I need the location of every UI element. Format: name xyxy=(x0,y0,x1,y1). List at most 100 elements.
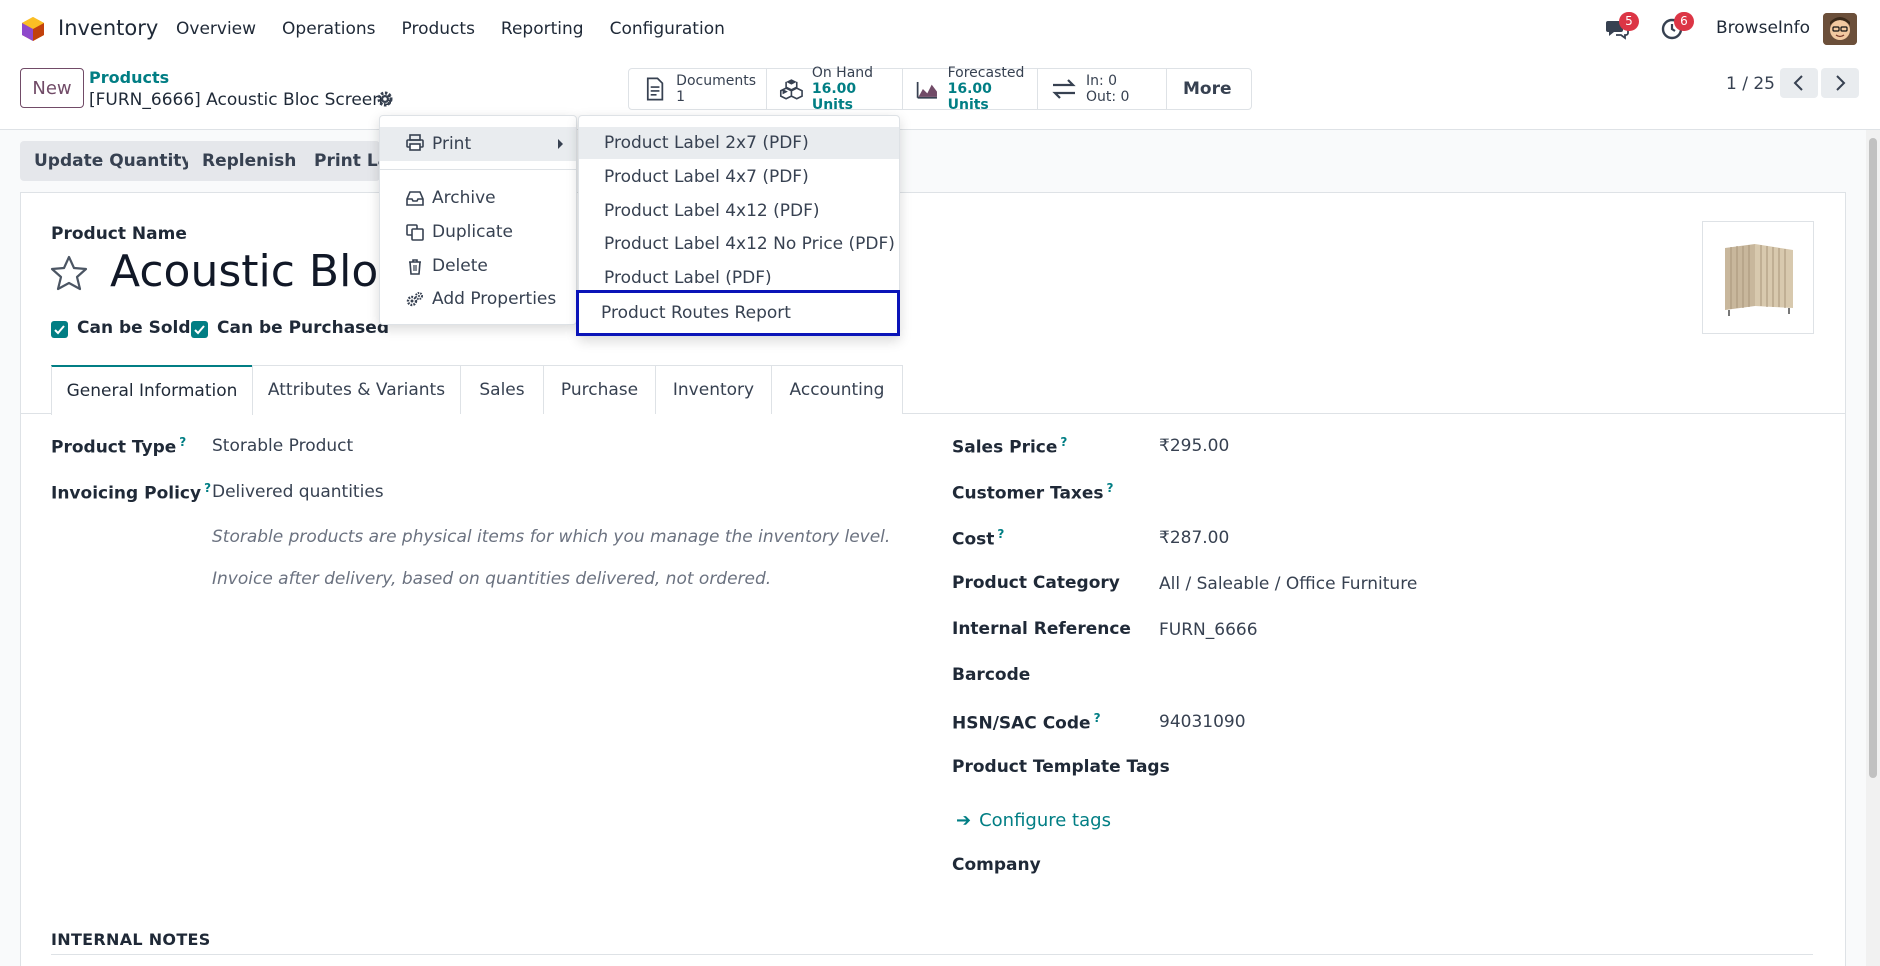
archive-icon xyxy=(406,191,424,206)
avatar-face-icon xyxy=(1823,13,1857,45)
tab-inventory[interactable]: Inventory xyxy=(655,365,772,414)
sales-price-value[interactable]: ₹295.00 xyxy=(1159,436,1229,456)
tab-purchase[interactable]: Purchase xyxy=(543,365,656,414)
company-label: Company xyxy=(952,855,1041,875)
menu-products[interactable]: Products xyxy=(389,19,488,39)
print-product-label-4x12-no-price[interactable]: Product Label 4x12 No Price (PDF) xyxy=(579,228,899,260)
help-marker[interactable]: ? xyxy=(1107,481,1114,495)
invoice-help-text: Invoice after delivery, based on quantit… xyxy=(212,569,772,589)
scrollbar[interactable] xyxy=(1866,130,1880,966)
product-image[interactable] xyxy=(1702,221,1814,334)
activities-button[interactable]: 6 xyxy=(1660,12,1694,41)
incoming-count: In: 0 xyxy=(1086,73,1118,89)
on-hand-smart-button[interactable]: On Hand 16.00 Units xyxy=(767,65,903,113)
pager-value[interactable]: 1 / 25 xyxy=(1726,74,1775,94)
product-type-label: Product Type? xyxy=(51,435,187,458)
new-button[interactable]: New xyxy=(20,68,84,108)
product-category-value[interactable]: All / Saleable / Office Furniture xyxy=(1159,574,1417,594)
documents-label: Documents xyxy=(676,73,756,89)
print-menu-item[interactable]: Print xyxy=(380,127,576,161)
messages-count-badge: 5 xyxy=(1619,12,1639,31)
cost-value[interactable]: ₹287.00 xyxy=(1159,528,1229,548)
tab-attributes-variants[interactable]: Attributes & Variants xyxy=(252,365,461,414)
area-chart-icon xyxy=(916,81,937,99)
documents-smart-button[interactable]: Documents 1 xyxy=(629,69,767,109)
app-name[interactable]: Inventory xyxy=(58,16,158,40)
hsn-sac-code-value[interactable]: 94031090 xyxy=(1159,712,1246,732)
company-switcher[interactable]: BrowseInfo xyxy=(1716,18,1810,38)
tab-accounting[interactable]: Accounting xyxy=(771,365,903,414)
control-panel: New Products [FURN_6666] Acoustic Bloc S… xyxy=(0,58,1880,130)
messages-button[interactable]: 5 xyxy=(1605,12,1639,41)
update-quantity-button[interactable]: Update Quantity xyxy=(20,141,207,181)
acoustic-screen-image xyxy=(1703,222,1813,333)
internal-reference-value[interactable]: FURN_6666 xyxy=(1159,620,1258,640)
forecasted-value: 16.00 Units xyxy=(947,81,992,113)
documents-count: 1 xyxy=(676,89,686,105)
top-navbar: Inventory Overview Operations Products R… xyxy=(0,0,1880,58)
caret-right-icon xyxy=(558,139,563,149)
can-be-purchased-checkbox[interactable] xyxy=(191,321,208,338)
pager-previous-button[interactable] xyxy=(1780,68,1818,98)
help-marker[interactable]: ? xyxy=(997,527,1004,541)
tab-general-information[interactable]: General Information xyxy=(51,365,253,415)
menu-reporting[interactable]: Reporting xyxy=(488,19,597,39)
tab-sales[interactable]: Sales xyxy=(460,365,544,414)
replenish-button[interactable]: Replenish xyxy=(188,141,311,181)
gear-icon[interactable] xyxy=(376,90,394,108)
help-marker[interactable]: ? xyxy=(1060,435,1067,449)
breadcrumb-current: [FURN_6666] Acoustic Bloc Screens xyxy=(89,90,392,110)
menu-overview[interactable]: Overview xyxy=(163,19,269,39)
duplicate-menu-item[interactable]: Duplicate xyxy=(380,217,576,247)
product-category-label: Product Category xyxy=(952,573,1120,593)
delete-menu-item[interactable]: Delete xyxy=(380,251,576,281)
barcode-label: Barcode xyxy=(952,665,1031,685)
delete-label: Delete xyxy=(432,256,488,276)
can-be-sold-checkbox[interactable] xyxy=(51,321,68,338)
can-be-purchased-label[interactable]: Can be Purchased xyxy=(217,318,389,338)
print-product-label-2x7[interactable]: Product Label 2x7 (PDF) xyxy=(579,127,899,159)
invoicing-policy-label: Invoicing Policy? xyxy=(51,481,212,504)
print-product-routes-report[interactable]: Product Routes Report xyxy=(576,290,900,336)
arrow-right-icon: ➔ xyxy=(956,810,972,831)
archive-menu-item[interactable]: Archive xyxy=(380,183,576,213)
user-avatar[interactable] xyxy=(1823,13,1857,45)
pager-next-button[interactable] xyxy=(1821,68,1859,98)
printer-icon xyxy=(406,134,424,151)
help-marker[interactable]: ? xyxy=(179,435,186,449)
check-icon xyxy=(54,325,65,335)
forecasted-smart-button[interactable]: Forecasted 16.00 Units xyxy=(903,65,1038,113)
menu-operations[interactable]: Operations xyxy=(269,19,388,39)
invoicing-policy-value[interactable]: Delivered quantities xyxy=(212,482,384,502)
scrollbar-thumb[interactable] xyxy=(1869,138,1877,778)
print-product-label-4x7[interactable]: Product Label 4x7 (PDF) xyxy=(579,161,899,193)
cubes-icon xyxy=(779,79,803,100)
copy-icon xyxy=(406,224,424,241)
activities-count-badge: 6 xyxy=(1674,12,1694,31)
customer-taxes-label: Customer Taxes? xyxy=(952,481,1114,504)
configure-tags-link[interactable]: ➔ Configure tags xyxy=(956,810,1111,831)
breadcrumb-products[interactable]: Products xyxy=(89,68,169,87)
on-hand-label: On Hand xyxy=(811,65,874,81)
add-properties-menu-item[interactable]: Add Properties xyxy=(380,284,576,314)
archive-label: Archive xyxy=(432,188,496,208)
more-smart-buttons[interactable]: More xyxy=(1167,69,1251,109)
internal-notes-header: INTERNAL NOTES xyxy=(51,930,211,949)
internal-notes-divider xyxy=(51,954,1813,955)
sales-price-label: Sales Price? xyxy=(952,435,1068,458)
inventory-app-icon[interactable] xyxy=(20,16,46,42)
can-be-sold-label[interactable]: Can be Sold xyxy=(77,318,191,338)
help-marker[interactable]: ? xyxy=(1094,711,1101,725)
duplicate-label: Duplicate xyxy=(432,222,513,242)
main-menu: Overview Operations Products Reporting C… xyxy=(163,0,738,58)
storable-help-text: Storable products are physical items for… xyxy=(212,527,891,547)
print-labels-button[interactable]: Print Lal xyxy=(300,141,380,181)
exchange-icon xyxy=(1052,79,1076,99)
product-type-value[interactable]: Storable Product xyxy=(212,436,353,456)
cogs-icon xyxy=(406,292,423,307)
star-icon[interactable] xyxy=(49,254,89,294)
help-marker[interactable]: ? xyxy=(204,481,211,495)
print-product-label-4x12[interactable]: Product Label 4x12 (PDF) xyxy=(579,195,899,227)
in-out-smart-button[interactable]: In: 0 Out: 0 xyxy=(1038,69,1167,109)
menu-configuration[interactable]: Configuration xyxy=(597,19,738,39)
